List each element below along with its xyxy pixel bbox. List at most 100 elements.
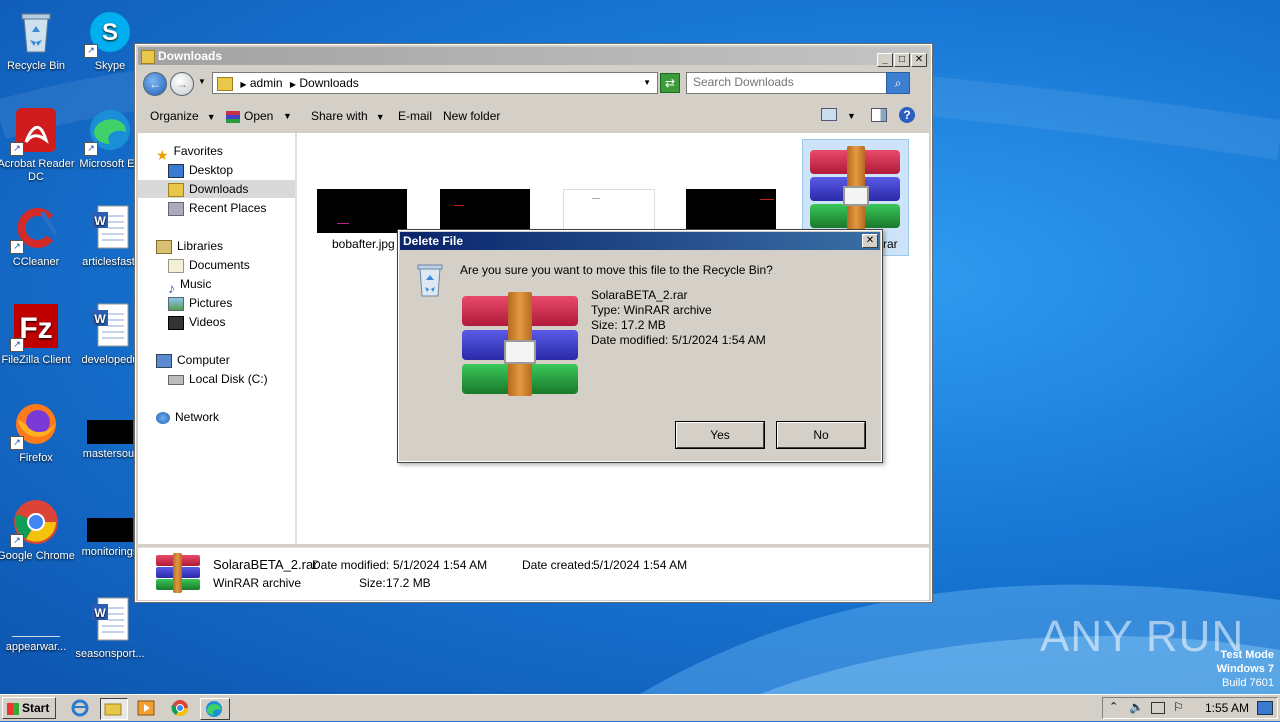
desktop-icon-chrome[interactable]: ↗ Google Chrome [0,498,76,563]
open-button[interactable]: Open [226,109,273,123]
delete-file-dialog[interactable]: Delete File ✕ Are you sure you want to m… [397,229,883,463]
desktop-icon-label: Acrobat Reader DC [0,158,75,183]
file-thumbnail[interactable] [317,189,407,233]
anyrun-watermark: ANY RUN [1040,612,1245,661]
shortcut-arrow-icon: ↗ [10,436,24,450]
desktop-icon-seasonsport[interactable]: W seasonsport... [70,596,150,661]
edge-icon: ↗ [84,106,134,156]
shortcut-arrow-icon: ↗ [10,240,24,254]
explorer-titlebar[interactable]: Downloads _ □ ✕ [138,47,929,67]
organize-button[interactable]: Organize ▼ [150,109,216,123]
network-tray-icon[interactable] [1151,702,1165,714]
organize-label: Organize [150,109,199,123]
file-name[interactable]: rar [883,237,898,251]
hard-drive-icon [168,374,184,385]
show-desktop-icon[interactable] [1257,701,1273,715]
acrobat-icon: ↗ [10,106,60,156]
filezilla-icon: Fz ↗ [10,302,60,352]
breadcrumb-admin[interactable]: admin [250,76,283,90]
network-icon [156,411,170,424]
dialog-title: Delete File [403,234,464,248]
test-mode-line3: Build 7601 [1222,677,1274,689]
change-view-icon[interactable] [821,108,837,121]
preview-pane-icon[interactable] [871,108,887,122]
nav-favorites[interactable]: ★ Favorites [156,142,313,163]
volume-icon[interactable]: 🔈 [1129,700,1144,714]
nav-computer[interactable]: Computer [156,351,313,369]
open-label: Open [244,109,274,123]
open-dropdown-button[interactable]: ▼ [283,111,292,121]
nav-recent-places[interactable]: Recent Places [138,199,295,217]
search-input[interactable] [687,73,909,91]
nav-libraries[interactable]: Libraries [156,237,313,255]
address-dropdown-icon[interactable]: ▼ [643,73,651,93]
view-dropdown-button[interactable]: ▼ [847,111,856,121]
dialog-file-name: SolaraBETA_2.rar [591,288,688,302]
desktop-icon-label: Google Chrome [0,550,75,562]
share-with-button[interactable]: Share with ▼ [311,109,385,123]
computer-icon [156,353,172,368]
search-icon[interactable]: ⌕ [886,72,910,94]
nav-label: Music [180,277,212,291]
search-box[interactable]: ⌕ [686,72,910,94]
nav-pictures[interactable]: Pictures [138,294,295,312]
desktop-icon-filezilla[interactable]: Fz ↗ FileZilla Client [0,302,76,367]
file-thumbnail[interactable] [686,189,776,233]
chrome-taskbar-icon[interactable] [170,698,190,718]
start-button[interactable]: Start [2,697,56,719]
nav-desktop[interactable]: Desktop [138,161,295,179]
explorer-taskbar-icon[interactable] [100,698,128,720]
chevron-right-icon[interactable]: ▶ [240,80,246,89]
breadcrumb-downloads[interactable]: Downloads [299,76,358,90]
nav-music[interactable]: ♪ Music [138,275,295,296]
maximize-button[interactable]: □ [894,53,910,67]
clock[interactable]: 1:55 AM [1205,701,1249,715]
nav-network[interactable]: Network [156,408,313,426]
videos-icon [168,315,184,330]
dialog-titlebar[interactable]: Delete File ✕ [400,232,880,250]
show-hidden-icons-icon[interactable]: ⌃ [1109,700,1118,713]
shortcut-arrow-icon: ↗ [84,142,98,156]
new-folder-button[interactable]: New folder [443,109,500,123]
nav-documents[interactable]: Documents [138,256,295,274]
shortcut-arrow-icon: ↗ [10,338,24,352]
details-pane: SolaraBETA_2.rar Date modified: 5/1/2024… [138,547,929,600]
forward-button[interactable]: → [170,72,194,96]
nav-videos[interactable]: Videos [138,313,295,331]
internet-explorer-icon[interactable] [70,698,90,718]
desktop-icon-ccleaner[interactable]: ↗ CCleaner [0,204,76,269]
svg-text:S: S [102,19,118,46]
desktop-icon-appearwar[interactable]: appearwar... [0,596,76,654]
dialog-close-button[interactable]: ✕ [862,234,878,248]
close-button[interactable]: ✕ [911,53,927,67]
nav-label: Local Disk (C:) [189,372,268,386]
email-button[interactable]: E-mail [398,109,432,123]
edge-taskbar-icon[interactable] [200,698,230,720]
file-name[interactable]: bobafter.jpg [332,237,395,251]
desktop-icon-firefox[interactable]: ↗ Firefox [0,400,76,465]
yes-button[interactable]: Yes [676,422,764,448]
taskbar: Start ⌃ 🔈 ⚐ 1:55 AM [0,694,1280,721]
address-field[interactable]: ▶ admin ▶ Downloads ▼ [212,72,658,94]
recent-pages-dropdown[interactable]: ▼ [198,77,206,86]
help-icon[interactable]: ? [899,107,915,123]
chevron-right-icon[interactable]: ▶ [290,80,296,89]
back-button[interactable]: ← [143,72,167,96]
minimize-button[interactable]: _ [877,53,893,67]
media-player-icon[interactable] [136,698,156,718]
desktop-icon-acrobat[interactable]: ↗ Acrobat Reader DC [0,106,76,184]
nav-downloads[interactable]: Downloads [138,180,295,198]
desktop-icon-recycle-bin[interactable]: Recycle Bin [0,8,76,73]
refresh-button[interactable]: ⇄ [660,73,680,93]
nav-local-disk[interactable]: Local Disk (C:) [138,370,295,388]
dialog-file-size: Size: 17.2 MB [591,318,666,332]
action-center-flag-icon[interactable]: ⚐ [1173,700,1184,714]
file-thumbnail-icon [12,596,60,637]
file-thumbnail[interactable] [440,189,530,233]
no-button[interactable]: No [777,422,865,448]
details-date-created-label: Date created: [522,558,595,572]
test-mode-line2: Windows 7 [1216,663,1274,675]
address-bar-row: ← → ▼ ▶ admin ▶ Downloads ▼ ⇄ ⌕ [138,68,929,98]
desktop-icon [168,163,184,178]
nav-label: Documents [189,258,250,272]
